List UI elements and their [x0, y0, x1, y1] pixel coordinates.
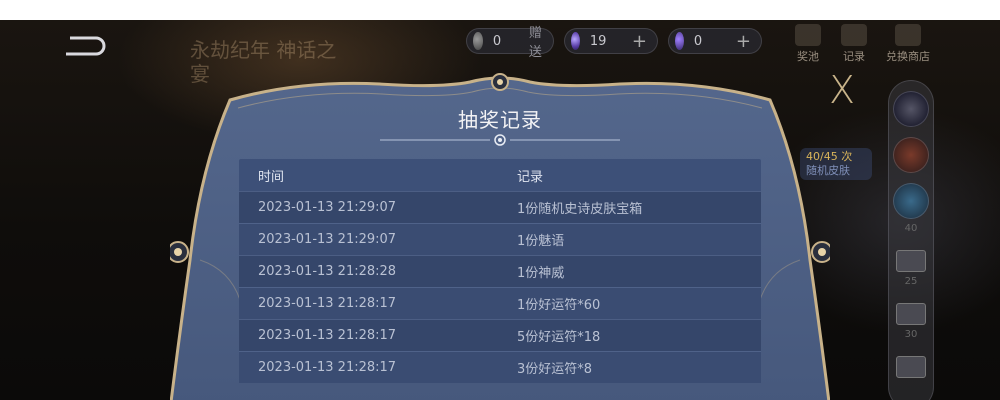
spark-coin-icon — [473, 32, 483, 50]
exchange-shop-icon — [895, 24, 921, 46]
tier-emblem-icon[interactable] — [893, 137, 929, 173]
chest-icon[interactable] — [896, 356, 926, 378]
row-record: 1份魅语 — [517, 234, 565, 249]
page-indicator — [440, 396, 560, 400]
prize-pool-icon — [795, 24, 821, 46]
record-label: 记录 — [843, 50, 865, 63]
milestone-level: 40 — [904, 223, 918, 234]
modal-title: 抽奖记录 — [458, 108, 542, 132]
table-row: 2023-01-13 21:28:17 5份好运符*18 — [239, 319, 761, 351]
prize-pool-button[interactable]: 奖池 — [786, 24, 830, 68]
row-record: 1份好运符*60 — [517, 298, 601, 313]
resource-value: 0 — [492, 33, 502, 49]
table-header: 时间 记录 — [239, 159, 761, 191]
table-row: 2023-01-13 21:28:17 3份好运符*8 — [239, 351, 761, 383]
crystal-orb-icon — [571, 32, 580, 50]
milestone-level: 25 — [904, 276, 918, 287]
record-button[interactable]: 记录 — [832, 24, 876, 68]
exchange-shop-button[interactable]: 兑换商店 — [876, 24, 940, 68]
tier-crystal-icon[interactable] — [893, 183, 929, 219]
draw-record-modal: 抽奖记录 时间 记录 2023-01-13 21:29:07 1份随机史诗皮肤宝… — [170, 70, 830, 400]
table-row: 2023-01-13 21:28:17 1份好运符*60 — [239, 287, 761, 319]
row-time: 2023-01-13 21:28:28 — [258, 264, 397, 279]
table-row: 2023-01-13 21:29:07 1份魅语 — [239, 223, 761, 255]
add-gem-button[interactable]: + — [736, 31, 751, 52]
table-row: 2023-01-13 21:28:28 1份神威 — [239, 255, 761, 287]
exchange-shop-label: 兑换商店 — [886, 50, 930, 63]
resource-gift-coins: 0 赠送 — [466, 26, 554, 60]
milestone-panel: 40 25 30 — [888, 80, 934, 400]
row-record: 5份好运符*18 — [517, 330, 601, 345]
milestone-level: 30 — [904, 329, 918, 340]
record-icon — [841, 24, 867, 46]
table-row: 2023-01-13 21:29:07 1份随机史诗皮肤宝箱 — [239, 191, 761, 223]
row-record: 1份随机史诗皮肤宝箱 — [517, 202, 643, 217]
chest-icon[interactable] — [896, 303, 926, 325]
purple-gem-icon — [675, 32, 684, 50]
chest-icon[interactable] — [896, 250, 926, 272]
resource-value: 0 — [693, 33, 703, 49]
title-divider-ornament — [380, 134, 620, 146]
prize-pool-label: 奖池 — [797, 50, 819, 63]
row-record: 3份好运符*8 — [517, 362, 593, 377]
tier-portrait-icon[interactable] — [893, 91, 929, 127]
row-time: 2023-01-13 21:28:17 — [258, 296, 397, 311]
record-table: 时间 记录 2023-01-13 21:29:07 1份随机史诗皮肤宝箱 202… — [239, 159, 761, 384]
resource-value: 19 — [589, 33, 607, 49]
column-header-record: 记录 — [517, 169, 544, 185]
column-header-time: 时间 — [258, 169, 285, 185]
game-screen: 永劫纪年 神话之宴 0 赠送 19 + 0 + 奖池 记录 兑换商店 40/45… — [0, 20, 1000, 400]
row-time: 2023-01-13 21:28:17 — [258, 328, 397, 343]
resource-crystal: 19 + — [564, 28, 658, 54]
row-record: 1份神威 — [517, 266, 565, 281]
back-icon[interactable] — [62, 34, 106, 58]
resource-gem: 0 + — [668, 28, 762, 54]
add-crystal-button[interactable]: + — [632, 31, 647, 52]
resource-label: 赠送 — [528, 26, 542, 60]
row-time: 2023-01-13 21:28:17 — [258, 360, 397, 375]
row-time: 2023-01-13 21:29:07 — [258, 200, 397, 215]
row-time: 2023-01-13 21:29:07 — [258, 232, 397, 247]
